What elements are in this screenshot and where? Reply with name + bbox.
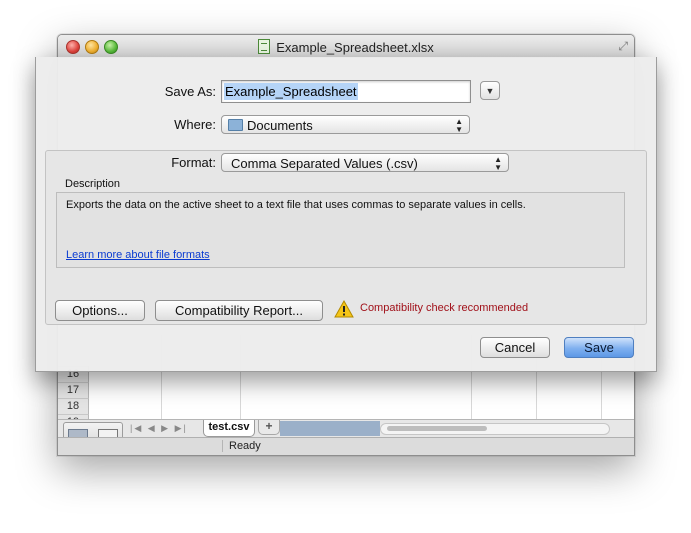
save-dialog: Save As: Example_Spreadsheet ▼ Where: Do… [35, 57, 657, 372]
filename-value[interactable]: Example_Spreadsheet [224, 83, 358, 100]
tab-area-fill [280, 421, 380, 436]
horizontal-scroll-thumb[interactable] [387, 426, 487, 431]
description-text: Exports the data on the active sheet to … [66, 199, 526, 211]
sheet-navigation-arrows[interactable]: |◀ ◀ ▶ ▶| [130, 423, 188, 434]
horizontal-scrollbar[interactable] [380, 423, 610, 435]
cancel-button[interactable]: Cancel [480, 337, 550, 358]
learn-more-link[interactable]: Learn more about file formats [66, 249, 210, 261]
window-title: Example_Spreadsheet.xlsx [58, 39, 634, 55]
popup-arrows-icon: ▲ ▼ [494, 155, 502, 172]
add-sheet-button[interactable]: + [258, 420, 280, 435]
save-as-label: Save As: [164, 84, 216, 99]
document-icon [258, 39, 271, 54]
window-title-text: Example_Spreadsheet.xlsx [276, 40, 434, 55]
format-label: Format: [171, 155, 216, 170]
filename-field[interactable]: Example_Spreadsheet [221, 80, 471, 103]
format-popup[interactable]: Comma Separated Values (.csv) ▲ ▼ [221, 153, 509, 172]
where-popup[interactable]: Documents ▲ ▼ [221, 115, 470, 134]
sheet-tab-bar: |◀ ◀ ▶ ▶| test.csv + [58, 419, 634, 450]
sheet-tab-test-csv[interactable]: test.csv [203, 420, 255, 437]
save-button[interactable]: Save [564, 337, 634, 358]
status-bar: Ready [58, 437, 634, 455]
compatibility-warning-text: Compatibility check recommended [360, 302, 529, 314]
fullscreen-icon[interactable]: ⤢ [618, 39, 628, 54]
warning-icon [334, 300, 354, 318]
disclosure-icon: ▼ [485, 86, 495, 96]
window-titlebar: Example_Spreadsheet.xlsx ⤢ [58, 35, 634, 58]
options-button[interactable]: Options... [55, 300, 145, 321]
where-label: Where: [174, 117, 216, 132]
compatibility-report-button[interactable]: Compatibility Report... [155, 300, 323, 321]
row-number[interactable]: 18 [58, 398, 89, 414]
description-label: Description [65, 178, 121, 190]
status-text: Ready [222, 440, 261, 452]
description-box: Exports the data on the active sheet to … [56, 192, 625, 268]
popup-arrows-icon: ▲ ▼ [455, 117, 463, 134]
expand-dialog-button[interactable]: ▼ [480, 81, 500, 100]
format-value: Comma Separated Values (.csv) [231, 156, 418, 171]
folder-icon [228, 119, 243, 131]
where-value: Documents [247, 118, 313, 133]
row-number[interactable]: 17 [58, 382, 89, 398]
